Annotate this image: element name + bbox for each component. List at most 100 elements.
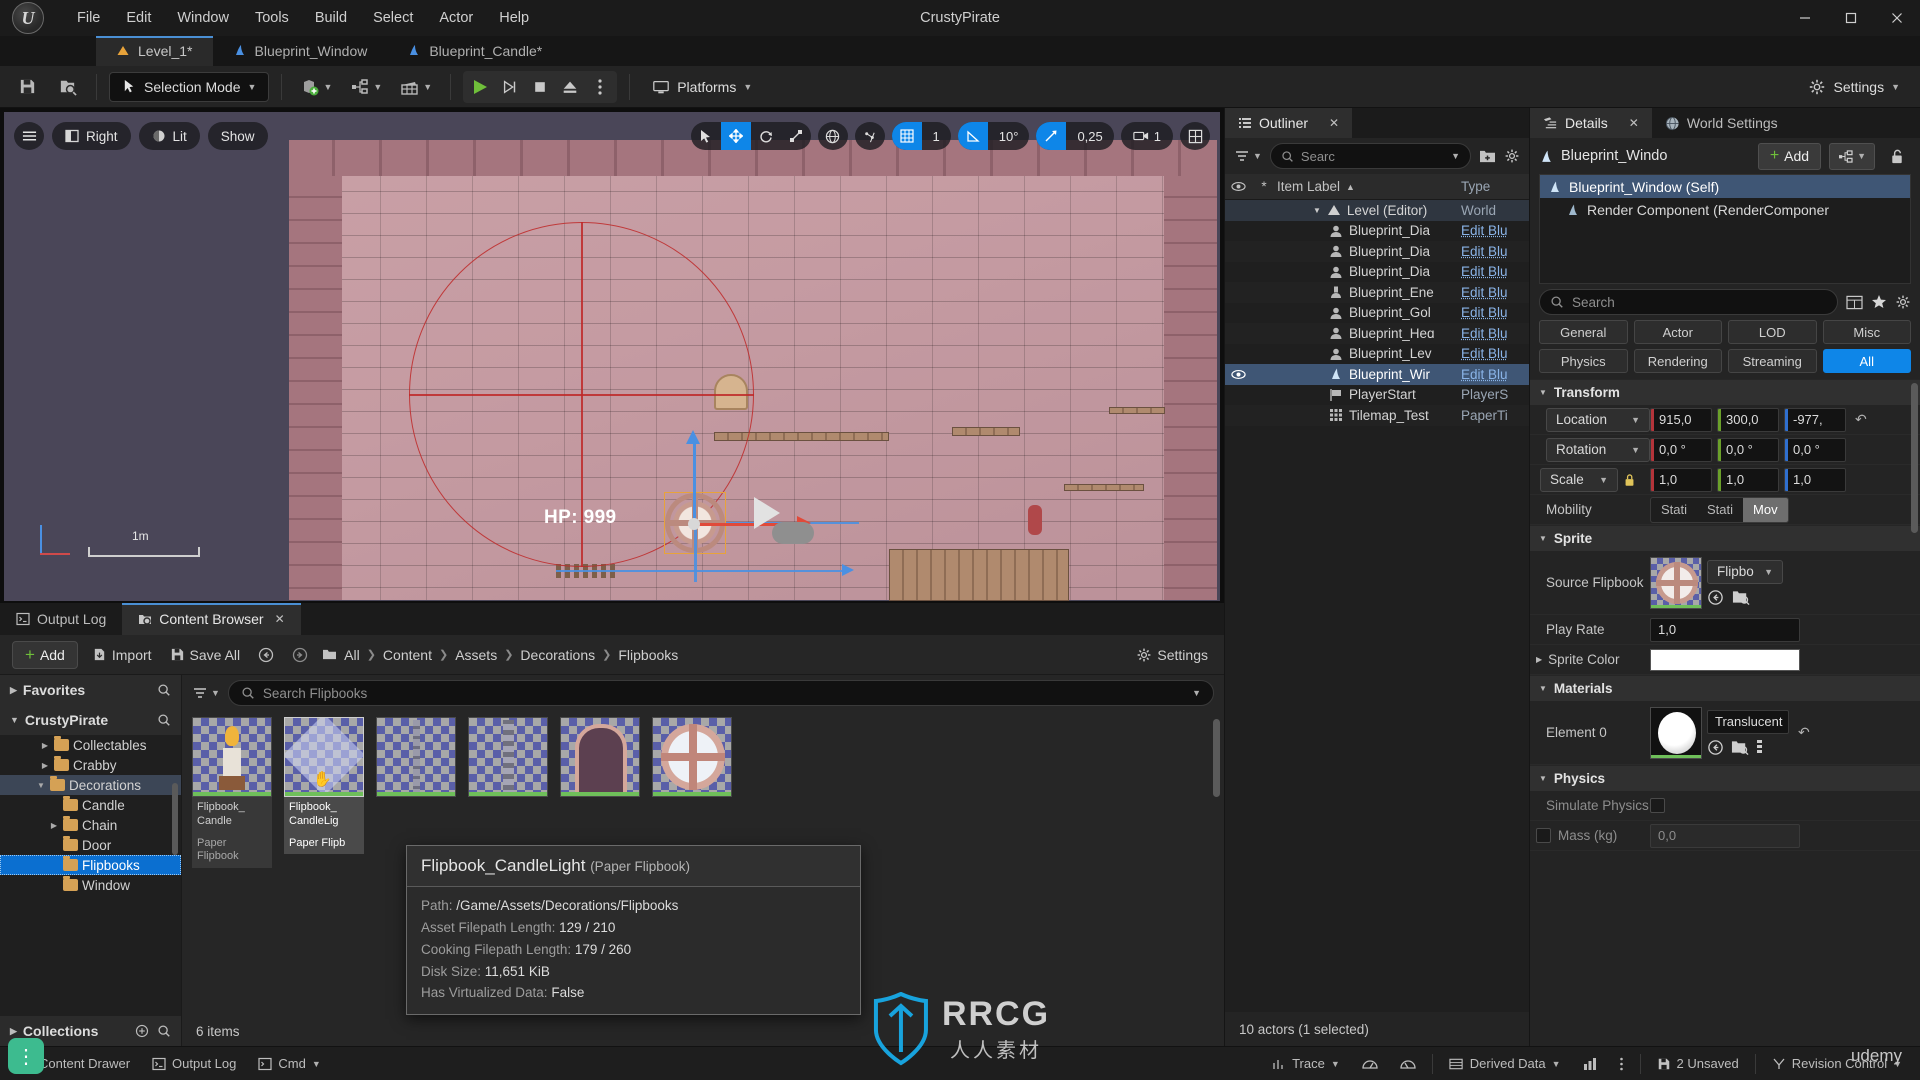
section-sprite[interactable]: ▼ Sprite (1530, 525, 1920, 551)
outliner-item-type[interactable]: Edit Blu (1461, 264, 1529, 279)
play-icon[interactable] (465, 73, 495, 101)
cinematics-button[interactable]: ▼ (394, 71, 438, 103)
hamburger-icon[interactable] (14, 122, 44, 150)
rotation-y-field[interactable]: 0,0 ° (1717, 437, 1779, 462)
viewport-lit-button[interactable]: Lit (138, 122, 200, 150)
outliner-row[interactable]: Blueprint_Gol Edit Blu (1225, 303, 1529, 324)
mass-override-checkbox[interactable] (1536, 828, 1551, 843)
skip-icon[interactable] (495, 73, 525, 101)
tree-item-decorations[interactable]: ▼ Decorations (0, 775, 181, 795)
unsaved-button[interactable]: 2 Unsaved (1647, 1051, 1749, 1077)
tab-details[interactable]: Details ✕ (1530, 108, 1652, 138)
simulate-physics-checkbox[interactable] (1650, 798, 1665, 813)
cmd-button[interactable]: Cmd ▼ (248, 1051, 330, 1077)
breadcrumb-assets[interactable]: Assets (455, 647, 497, 663)
close-icon[interactable]: ✕ (1629, 116, 1639, 130)
chevron-down-icon[interactable]: ▼ (1451, 151, 1460, 161)
item-label-column-header[interactable]: Item Label ▲ (1277, 179, 1461, 194)
grid-snap-icon[interactable] (891, 122, 922, 150)
viewport-show-button[interactable]: Show (207, 122, 268, 150)
tree-item-collectables[interactable]: ▶ Collectables (0, 735, 181, 755)
unreal-logo[interactable]: U (0, 0, 56, 36)
outliner-search-input[interactable]: Searc ▼ (1269, 143, 1471, 169)
outliner-item-type[interactable]: Edit Blu (1461, 285, 1529, 300)
close-button[interactable] (1874, 0, 1920, 36)
use-selected-asset-icon[interactable] (1707, 739, 1724, 756)
surface-snap-icon[interactable] (854, 122, 885, 150)
outliner-item-type[interactable]: Edit Blu (1461, 305, 1529, 320)
scale-snap-icon[interactable] (1036, 122, 1067, 150)
selection-mode-button[interactable]: Selection Mode ▼ (109, 71, 270, 102)
menu-edit[interactable]: Edit (113, 4, 164, 32)
ubuntu-badge-icon[interactable]: ⋮ (8, 1038, 44, 1074)
location-z-field[interactable]: -977, (1784, 407, 1846, 432)
close-icon[interactable]: ✕ (1329, 116, 1339, 130)
menu-tools[interactable]: Tools (242, 4, 302, 32)
material-name-field[interactable]: Translucent (1707, 709, 1789, 734)
outliner-item-type[interactable]: Edit Blu (1461, 367, 1529, 382)
stats-button[interactable] (1573, 1051, 1607, 1077)
outliner-item-type[interactable]: Edit Blu (1461, 326, 1529, 341)
move-gizmo-icon[interactable] (720, 122, 751, 150)
material-options-icon[interactable] (1756, 739, 1763, 755)
eject-icon[interactable] (555, 73, 585, 101)
asset-tile-chain-1[interactable] (376, 717, 456, 797)
favorites-section[interactable]: ▶ Favorites (0, 675, 181, 705)
forward-arrow-icon[interactable] (288, 647, 312, 663)
scale-combo[interactable]: Scale ▼ (1540, 467, 1618, 492)
menu-help[interactable]: Help (486, 4, 542, 32)
outliner-row[interactable]: Blueprint_Lev Edit Blu (1225, 344, 1529, 365)
modified-column-header[interactable]: * (1251, 179, 1277, 194)
rotation-x-field[interactable]: 0,0 ° (1650, 437, 1712, 462)
lock-icon[interactable] (1623, 473, 1636, 487)
chevron-right-icon[interactable]: ▶ (40, 761, 50, 770)
add-component-button[interactable]: + Add (1757, 142, 1822, 170)
more-options-icon[interactable] (585, 73, 615, 101)
sprite-color-swatch[interactable] (1650, 648, 1800, 671)
add-content-button[interactable]: + Add (12, 640, 78, 669)
tab-level-1[interactable]: Level_1* (96, 36, 213, 66)
viewport-view-button[interactable]: Right (52, 122, 131, 150)
blueprints-button[interactable]: ▼ (344, 71, 388, 103)
asset-tile-window[interactable] (652, 717, 732, 797)
outliner-row[interactable]: Blueprint_Ene Edit Blu (1225, 282, 1529, 303)
plus-icon[interactable] (135, 1024, 149, 1038)
components-view-button[interactable]: ▼ (1829, 142, 1875, 170)
rotate-gizmo-icon[interactable] (751, 122, 781, 150)
filter-all[interactable]: All (1822, 349, 1911, 373)
tab-output-log[interactable]: Output Log (0, 603, 122, 635)
scale-x-field[interactable]: 1,0 (1650, 467, 1712, 492)
outliner-row[interactable]: Blueprint_Dia Edit Blu (1225, 241, 1529, 262)
mobility-movable[interactable]: Mov (1743, 497, 1788, 522)
save-all-button[interactable]: Save All (166, 647, 245, 663)
location-combo[interactable]: Location ▼ (1546, 407, 1650, 432)
select-arrow-icon[interactable] (691, 122, 721, 150)
unlock-icon[interactable] (1883, 148, 1911, 165)
outliner-row[interactable]: Blueprint_Dia Edit Blu (1225, 221, 1529, 242)
gizmo-axis-z[interactable] (694, 527, 697, 582)
outliner-filter-button[interactable]: ▼ (1234, 149, 1262, 163)
tree-item-crabby[interactable]: ▶ Crabby (0, 755, 181, 775)
tab-world-settings[interactable]: World Settings (1652, 108, 1791, 138)
mobility-stationary[interactable]: Stati (1697, 498, 1743, 522)
asset-tile-door[interactable] (560, 717, 640, 797)
menu-select[interactable]: Select (360, 4, 426, 32)
play-rate-field[interactable]: 1,0 (1650, 617, 1800, 642)
browse-content-icon[interactable] (50, 71, 84, 103)
derived-data-button[interactable]: Derived Data ▼ (1439, 1051, 1571, 1077)
add-actor-button[interactable]: ▼ (294, 71, 338, 103)
perf-button[interactable] (1352, 1051, 1388, 1077)
asset-tile-candle[interactable]: Flipbook_ Candle Paper Flipbook (192, 717, 272, 868)
filter-lod[interactable]: LOD (1728, 320, 1817, 344)
scale-z-field[interactable]: 1,0 (1784, 467, 1846, 492)
new-folder-icon[interactable] (1479, 149, 1496, 164)
star-icon[interactable] (1871, 294, 1887, 310)
asset-tile-chain-2[interactable] (468, 717, 548, 797)
close-icon[interactable]: ✕ (275, 612, 285, 626)
angle-snap-icon[interactable] (957, 122, 988, 150)
minimize-button[interactable] (1782, 0, 1828, 36)
outliner-row[interactable]: Blueprint_Heɑ Edit Blu (1225, 323, 1529, 344)
gizmo-axis-y[interactable] (693, 442, 696, 524)
search-icon[interactable] (157, 713, 171, 727)
visibility-toggle[interactable] (1225, 369, 1251, 380)
